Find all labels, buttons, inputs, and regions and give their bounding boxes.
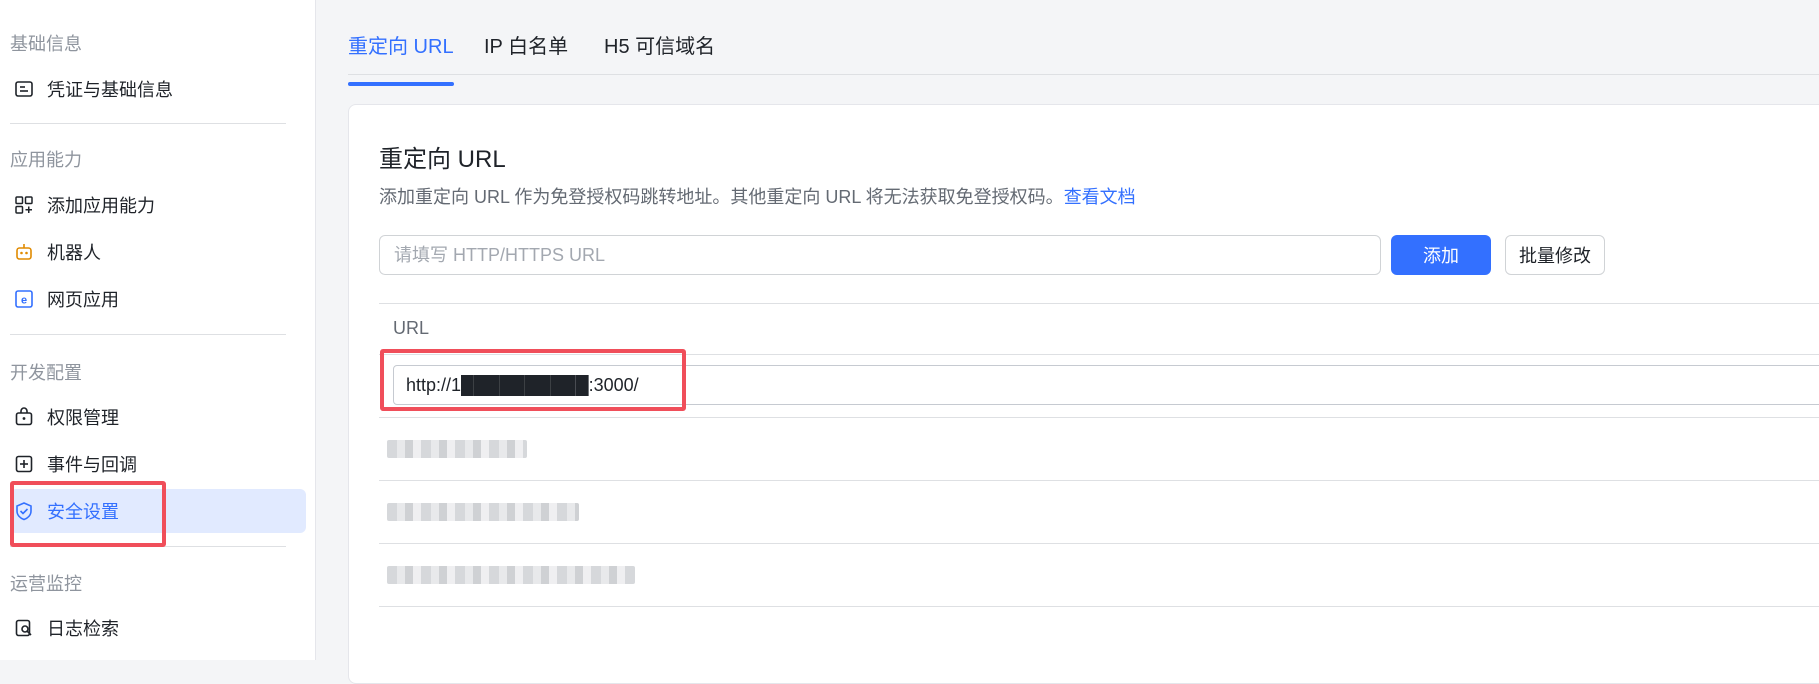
robot-icon (13, 241, 35, 263)
sidebar-item-credentials[interactable]: 凭证与基础信息 (10, 67, 306, 111)
sidebar: 基础信息 凭证与基础信息 应用能力 添加应用能力 机器人 e 网页应用 开发配置… (0, 0, 316, 660)
batch-edit-button[interactable]: 批量修改 (1505, 235, 1605, 275)
tab-label: 重定向 URL (348, 36, 454, 58)
add-button[interactable]: 添加 (1391, 235, 1491, 275)
redacted-url (387, 440, 527, 458)
tab-h5-trusted-domain[interactable]: H5 可信域名 (604, 30, 715, 59)
sidebar-item-label: 事件与回调 (47, 455, 137, 475)
sidebar-divider (10, 334, 286, 335)
sidebar-item-label: 安全设置 (47, 502, 119, 522)
sidebar-item-label: 权限管理 (47, 408, 119, 428)
sidebar-group-monitoring: 运营监控 (10, 574, 82, 594)
sidebar-item-events[interactable]: 事件与回调 (10, 442, 306, 486)
redirect-url-input[interactable] (379, 235, 1381, 275)
url-edit-input[interactable] (393, 365, 1819, 405)
tab-label: H5 可信域名 (604, 36, 716, 58)
sidebar-item-log-search[interactable]: 日志检索 (10, 606, 306, 650)
sidebar-group-capabilities: 应用能力 (10, 150, 82, 170)
card-description: 添加重定向 URL 作为免登授权码跳转地址。其他重定向 URL 将无法获取免登授… (379, 183, 1136, 209)
sidebar-item-label: 机器人 (47, 243, 101, 263)
sidebar-item-permissions[interactable]: 权限管理 (10, 395, 306, 439)
table-row[interactable] (379, 481, 1819, 544)
log-search-icon (13, 617, 35, 639)
table-header: URL (379, 303, 1819, 355)
sidebar-item-robot[interactable]: 机器人 (10, 230, 306, 274)
grid-add-icon (13, 194, 35, 216)
tab-redirect-url[interactable]: 重定向 URL (348, 30, 454, 86)
table-row[interactable] (379, 418, 1819, 481)
view-docs-link[interactable]: 查看文档 (1064, 187, 1136, 207)
sidebar-item-label: 添加应用能力 (47, 196, 155, 216)
tab-ip-whitelist[interactable]: IP 白名单 (484, 30, 568, 59)
sidebar-item-label: 网页应用 (47, 290, 119, 310)
card-title: 重定向 URL (379, 146, 506, 173)
credential-icon (13, 78, 35, 100)
description-text: 添加重定向 URL 作为免登授权码跳转地址。其他重定向 URL 将无法获取免登授… (379, 187, 1064, 207)
column-header-url: URL (393, 318, 430, 338)
event-icon (13, 453, 35, 475)
svg-text:e: e (21, 295, 27, 307)
redacted-url (387, 566, 635, 584)
sidebar-group-basic: 基础信息 (10, 34, 82, 54)
redirect-url-table: URL (379, 303, 1819, 607)
sidebar-item-label: 凭证与基础信息 (47, 80, 173, 100)
lock-bag-icon (13, 406, 35, 428)
redirect-url-card: 重定向 URL 添加重定向 URL 作为免登授权码跳转地址。其他重定向 URL … (348, 104, 1819, 684)
tab-label: IP 白名单 (484, 36, 569, 58)
shield-check-icon (13, 500, 35, 522)
tab-active-indicator (348, 82, 454, 86)
redacted-url (387, 503, 579, 521)
table-row[interactable] (379, 544, 1819, 607)
sidebar-item-label: 日志检索 (47, 619, 119, 639)
sidebar-item-security[interactable]: 安全设置 (10, 489, 306, 533)
table-row (379, 355, 1819, 418)
sidebar-item-web-app[interactable]: e 网页应用 (10, 277, 306, 321)
sidebar-divider (10, 546, 286, 547)
web-app-icon: e (13, 288, 35, 310)
sidebar-divider (10, 123, 286, 124)
tab-bar: 重定向 URL IP 白名单 H5 可信域名 (348, 0, 1819, 86)
sidebar-item-add-capability[interactable]: 添加应用能力 (10, 183, 306, 227)
sidebar-group-dev-config: 开发配置 (10, 363, 82, 383)
